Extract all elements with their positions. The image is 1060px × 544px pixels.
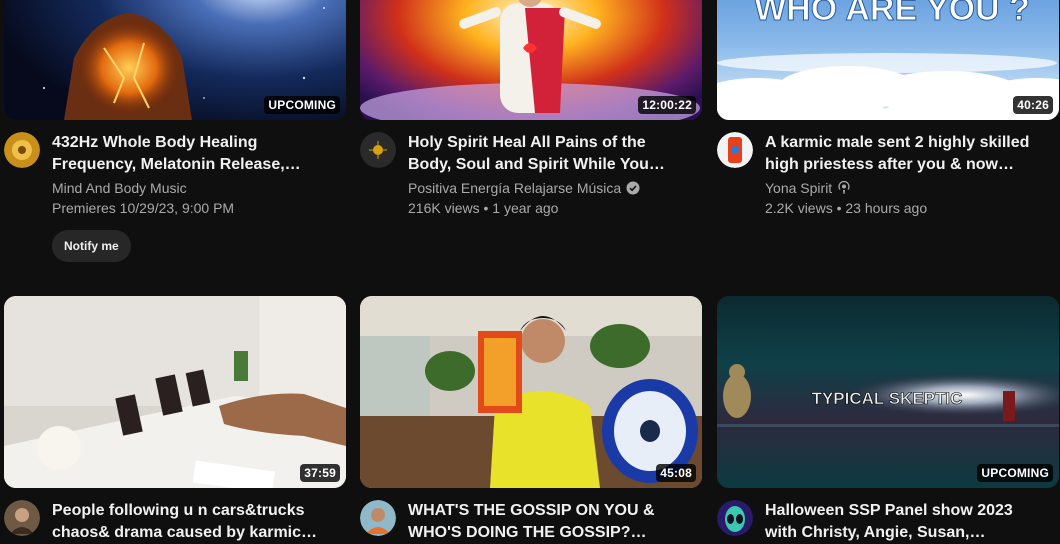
premiere-date: Premieres 10/29/23, 9:00 PM (52, 200, 235, 216)
verified-check-icon (626, 181, 640, 195)
duration-badge: 45:08 (656, 464, 696, 482)
video-title[interactable]: A karmic male sent 2 highly skilled high… (765, 132, 1059, 176)
video-title[interactable]: 432Hz Whole Body Healing Frequency, Mela… (52, 132, 346, 176)
video-thumbnail[interactable]: 37:59 (4, 296, 346, 488)
channel-avatar[interactable] (717, 500, 753, 536)
thumbnail-caption: TYPICAL SKEPTIC (812, 389, 963, 408)
channel-avatar[interactable] (360, 500, 396, 536)
video-grid: UPCOMING 432Hz Whole Body Healing Freque… (0, 0, 1060, 541)
video-thumbnail[interactable]: UPCOMING (4, 0, 346, 120)
channel-avatar[interactable] (360, 132, 396, 168)
video-card[interactable]: TYPICAL SKEPTIC UPCOMING Halloween SSP P… (717, 296, 1059, 544)
typical-skeptic-thumbnail-image: TYPICAL SKEPTIC (717, 296, 1059, 488)
duration-badge: 40:26 (1013, 96, 1053, 114)
upcoming-badge: UPCOMING (264, 96, 340, 114)
clouds-thumbnail-image: WHO ARE YOU ? (717, 0, 1059, 120)
video-stats: 2.2K views • 23 hours ago (765, 200, 928, 216)
video-title[interactable]: People following u n cars&trucks chaos& … (52, 500, 346, 544)
video-card[interactable]: 45:08 WHAT'S THE GOSSIP ON YOU & WHO'S D… (360, 296, 702, 544)
video-card[interactable]: UPCOMING 432Hz Whole Body Healing Freque… (4, 0, 346, 262)
duration-badge: 12:00:22 (638, 96, 696, 114)
channel-name-label: Positiva Energía Relajarse Música (408, 180, 622, 196)
video-stats: 216K views • 1 year ago (408, 200, 559, 216)
duration-badge: 37:59 (300, 464, 340, 482)
channel-name[interactable]: Yona Spirit (765, 178, 1059, 198)
channel-avatar[interactable] (4, 132, 40, 168)
channel-name[interactable]: Mind And Body Music (52, 178, 346, 198)
channel-name[interactable]: Positiva Energía Relajarse Música (408, 178, 702, 198)
video-thumbnail[interactable]: WHO ARE YOU ? 40:26 (717, 0, 1059, 120)
video-thumbnail[interactable]: 12:00:22 (360, 0, 702, 120)
channel-name-label: Mind And Body Music (52, 180, 187, 196)
podcast-icon (837, 181, 851, 195)
upcoming-badge: UPCOMING (977, 464, 1053, 482)
video-title[interactable]: Halloween SSP Panel show 2023 with Chris… (765, 500, 1059, 544)
channel-avatar[interactable] (4, 500, 40, 536)
channel-avatar[interactable] (717, 132, 753, 168)
channel-name-label: Yona Spirit (765, 180, 833, 196)
video-card[interactable]: 12:00:22 Holy Spirit Heal All Pains of t… (360, 0, 702, 218)
video-thumbnail[interactable]: 45:08 (360, 296, 702, 488)
tarot-table-thumbnail-image (4, 296, 346, 488)
video-title[interactable]: WHAT'S THE GOSSIP ON YOU & WHO'S DOING T… (408, 500, 702, 544)
video-thumbnail[interactable]: TYPICAL SKEPTIC UPCOMING (717, 296, 1059, 488)
thumbnail-caption: WHO ARE YOU ? (754, 0, 1030, 28)
video-card[interactable]: 37:59 People following u n cars&trucks c… (4, 296, 346, 544)
tarot-reader-thumbnail-image (360, 296, 702, 488)
notify-me-button[interactable]: Notify me (52, 230, 131, 262)
video-card[interactable]: WHO ARE YOU ? 40:26 A karmic male sent 2… (717, 0, 1059, 218)
video-title[interactable]: Holy Spirit Heal All Pains of the Body, … (408, 132, 702, 176)
